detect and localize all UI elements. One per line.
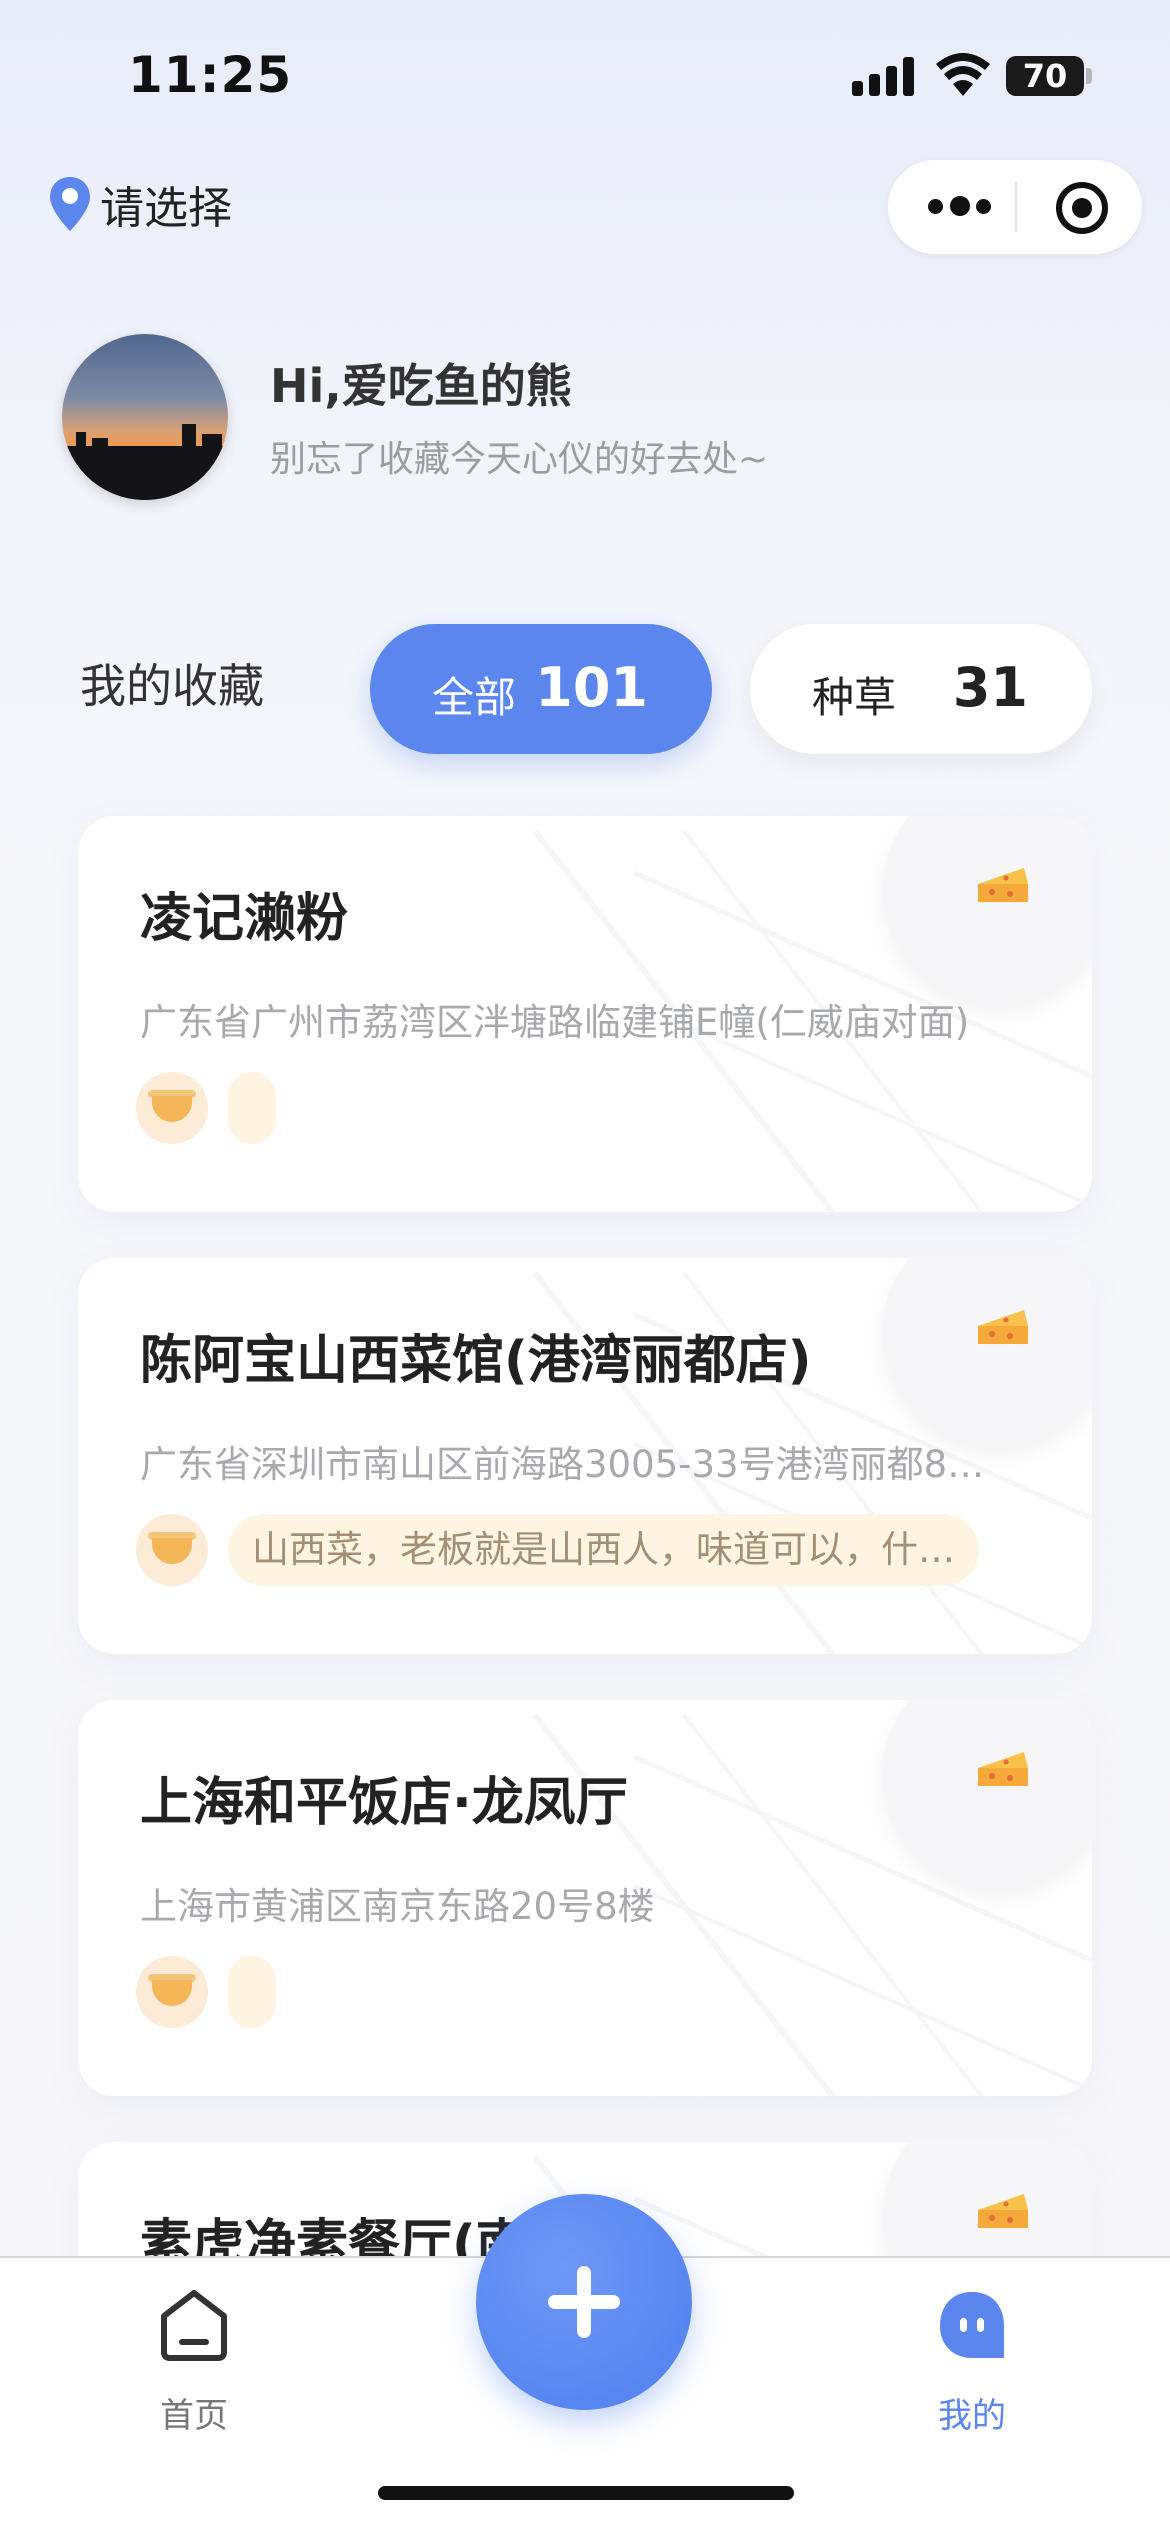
- card-note: [228, 1072, 276, 1144]
- ghost-icon: [934, 2288, 1010, 2362]
- card-title: 上海和平饭店·龙凤厅: [140, 1773, 628, 1833]
- filter-grass-count: 31: [952, 656, 1028, 719]
- card-title: 凌记濑粉: [140, 889, 349, 949]
- avatar[interactable]: [62, 334, 228, 500]
- battery-tip: [1086, 68, 1092, 84]
- cheese-icon[interactable]: [976, 1306, 1030, 1346]
- profile-subtitle: 别忘了收藏今天心仪的好去处~: [270, 439, 769, 480]
- location-pin-icon: [48, 175, 92, 233]
- more-dots-icon[interactable]: [928, 190, 992, 224]
- close-target-icon[interactable]: [1056, 182, 1108, 234]
- filter-all-label: 全部: [432, 673, 517, 722]
- cheese-icon[interactable]: [976, 864, 1030, 904]
- favorite-card[interactable]: 上海和平饭店·龙凤厅 上海市黄浦区南京东路20号8楼: [78, 1700, 1092, 2096]
- favorite-card[interactable]: 陈阿宝山西菜馆(港湾丽都店) 广东省深圳市南山区前海路3005-33号港湾丽都8…: [78, 1258, 1092, 1654]
- favorite-card[interactable]: 凌记濑粉 广东省广州市荔湾区泮塘路临建铺E幢(仁威庙对面): [78, 816, 1092, 1212]
- card-address: 广东省深圳市南山区前海路3005-33号港湾丽都8…: [140, 1443, 985, 1486]
- tab-home[interactable]: 首页: [94, 2288, 294, 2458]
- favorites-title: 我的收藏: [80, 659, 264, 713]
- filter-all-chip[interactable]: 全部 101: [370, 624, 712, 754]
- battery-level: 70: [1022, 57, 1068, 95]
- tab-mine-label: 我的: [938, 2396, 1006, 2436]
- card-note: 山西菜，老板就是山西人，味道可以，什…: [228, 1514, 979, 1586]
- card-address: 上海市黄浦区南京东路20号8楼: [140, 1885, 655, 1928]
- home-icon: [156, 2288, 232, 2362]
- card-address: 广东省广州市荔湾区泮塘路临建铺E幢(仁威庙对面): [140, 1001, 970, 1044]
- filter-grass-label: 种草: [812, 673, 897, 722]
- location-selector[interactable]: 请选择: [48, 174, 232, 234]
- cheese-icon[interactable]: [976, 1748, 1030, 1788]
- home-indicator: [378, 2486, 794, 2500]
- noodle-bowl-icon: [136, 1072, 208, 1144]
- card-note: [228, 1956, 276, 2028]
- filter-all-count: 101: [535, 656, 648, 719]
- cheese-icon[interactable]: [976, 2190, 1030, 2230]
- capsule-divider: [1015, 182, 1017, 232]
- card-title: 陈阿宝山西菜馆(港湾丽都店): [140, 1331, 812, 1391]
- wifi-icon: [934, 50, 992, 98]
- status-time: 11:25: [128, 46, 293, 104]
- noodle-bowl-icon: [136, 1956, 208, 2028]
- battery-icon: 70: [1006, 56, 1084, 96]
- tab-home-label: 首页: [160, 2396, 228, 2436]
- signal-icon: [852, 56, 914, 96]
- location-label: 请选择: [100, 183, 232, 234]
- filter-grass-chip[interactable]: 种草 31: [750, 624, 1092, 754]
- status-bar: 11:25 70: [0, 0, 1170, 150]
- profile-greeting: Hi,爱吃鱼的熊: [270, 359, 572, 413]
- noodle-bowl-icon: [136, 1514, 208, 1586]
- add-button[interactable]: [476, 2194, 692, 2410]
- tab-mine[interactable]: 我的: [872, 2288, 1072, 2458]
- miniapp-capsule: [888, 160, 1142, 254]
